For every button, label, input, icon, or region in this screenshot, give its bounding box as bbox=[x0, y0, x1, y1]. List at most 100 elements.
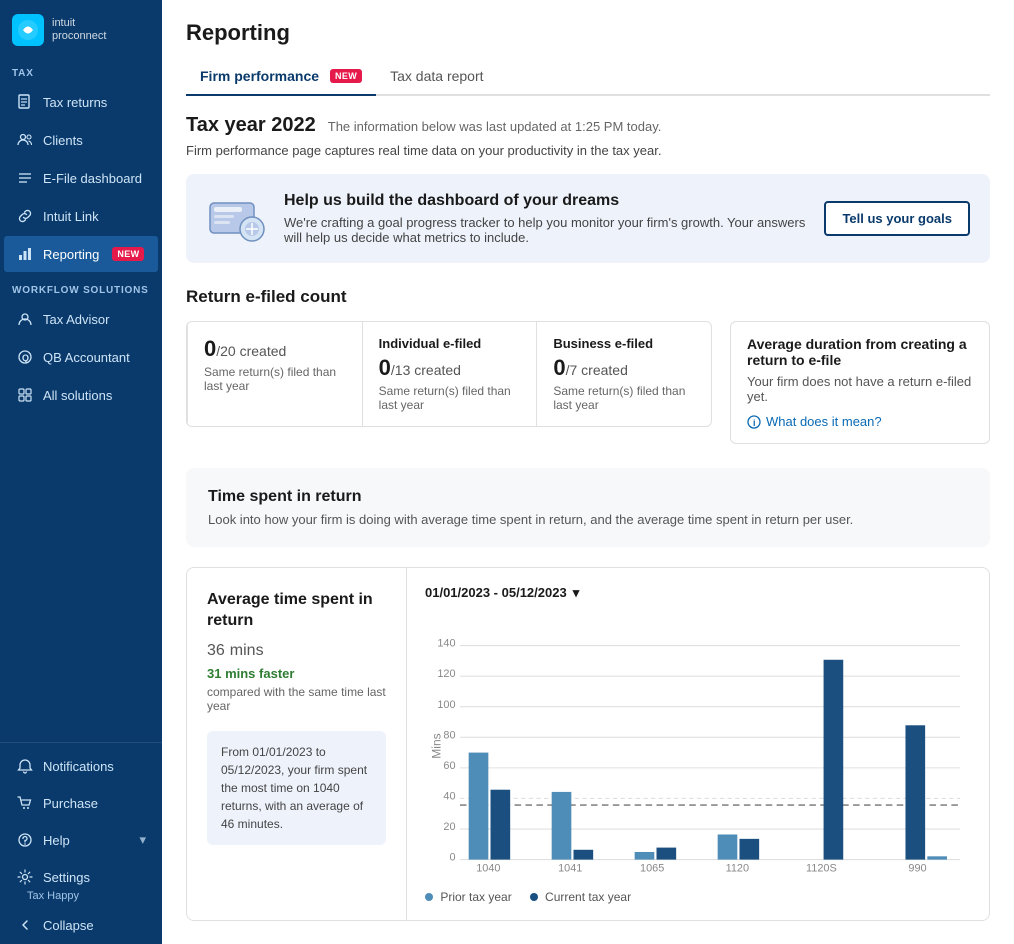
tab-new-badge: NEW bbox=[330, 69, 362, 83]
svg-text:60: 60 bbox=[443, 759, 455, 771]
efile-cards-inner: 0/20 created Same return(s) filed than l… bbox=[187, 322, 711, 426]
bar-1120-prior bbox=[718, 834, 738, 859]
svg-text:100: 100 bbox=[437, 698, 455, 710]
sidebar-item-label: QB Accountant bbox=[43, 350, 130, 365]
efile-outer: 0/20 created Same return(s) filed than l… bbox=[186, 321, 990, 444]
logo-icon bbox=[12, 14, 44, 46]
link-icon bbox=[16, 207, 34, 225]
chart-area: Mins 0 20 40 60 80 100 120 140 bbox=[425, 615, 971, 904]
chart-icon bbox=[16, 245, 34, 263]
sidebar-item-label: Tax returns bbox=[43, 95, 107, 110]
efile-num-total: 0/20 created bbox=[204, 336, 346, 362]
date-range-label: 01/01/2023 - 05/12/2023 bbox=[425, 585, 567, 600]
sidebar-item-label: All solutions bbox=[43, 388, 112, 403]
sidebar-item-label: Reporting bbox=[43, 247, 99, 262]
svg-text:1120S: 1120S bbox=[806, 862, 837, 874]
tabs-bar: Firm performance NEW Tax data report bbox=[186, 60, 990, 96]
svg-text:140: 140 bbox=[437, 637, 455, 649]
chevron-down-icon: ▾ bbox=[139, 832, 146, 848]
tab-firm-performance-label: Firm performance bbox=[200, 68, 319, 84]
avg-time-label: Average time spent in return bbox=[207, 590, 386, 632]
sidebar-item-purchase[interactable]: Purchase bbox=[4, 785, 158, 821]
sidebar-item-notifications[interactable]: Notifications bbox=[4, 748, 158, 784]
sidebar-item-efile-dashboard[interactable]: E-File dashboard bbox=[4, 160, 158, 196]
legend-prior-dot bbox=[425, 893, 433, 901]
sidebar-item-tax-advisor[interactable]: Tax Advisor bbox=[4, 301, 158, 337]
sidebar-item-all-solutions[interactable]: All solutions bbox=[4, 377, 158, 413]
sidebar-item-tax-returns[interactable]: Tax returns bbox=[4, 84, 158, 120]
people-icon bbox=[16, 131, 34, 149]
sidebar-item-label: Purchase bbox=[43, 796, 98, 811]
svg-text:i: i bbox=[753, 418, 756, 428]
sidebar-item-qb-accountant[interactable]: Q QB Accountant bbox=[4, 339, 158, 375]
banner-title: Help us build the dashboard of your drea… bbox=[284, 192, 806, 210]
bar-1041-current bbox=[574, 849, 594, 859]
year-subtitle: The information below was last updated a… bbox=[328, 119, 662, 134]
chart-legend: Prior tax year Current tax year bbox=[425, 890, 971, 904]
sidebar-item-intuit-link[interactable]: Intuit Link bbox=[4, 198, 158, 234]
sidebar-item-clients[interactable]: Clients bbox=[4, 122, 158, 158]
advisor-icon bbox=[16, 310, 34, 328]
sidebar-item-label: Notifications bbox=[43, 759, 114, 774]
svg-text:1041: 1041 bbox=[558, 862, 582, 874]
avg-dur-desc: Your firm does not have a return e-filed… bbox=[747, 374, 973, 404]
avg-time-info: From 01/01/2023 to 05/12/2023, your firm… bbox=[207, 731, 386, 845]
sidebar-item-label: Intuit Link bbox=[43, 209, 99, 224]
bar-1120s-current bbox=[824, 659, 844, 859]
banner: Help us build the dashboard of your drea… bbox=[186, 174, 990, 263]
logo-intuit: intuit bbox=[52, 17, 106, 30]
efile-section-title: Return e-filed count bbox=[186, 287, 990, 307]
tax-section-label: TAX bbox=[0, 56, 162, 83]
svg-text:120: 120 bbox=[437, 668, 455, 680]
sidebar-item-label: E-File dashboard bbox=[43, 171, 142, 186]
svg-text:Mins: Mins bbox=[429, 733, 443, 758]
bar-1120-current bbox=[739, 838, 759, 859]
svg-text:1040: 1040 bbox=[476, 862, 500, 874]
bar-990-current bbox=[905, 725, 925, 859]
cart-icon bbox=[16, 794, 34, 812]
svg-text:0: 0 bbox=[449, 851, 455, 863]
bar-1040-prior bbox=[469, 752, 489, 859]
firm-desc: Firm performance page captures real time… bbox=[186, 143, 990, 158]
avg-time-unit: mins bbox=[230, 642, 264, 660]
tell-us-goals-button[interactable]: Tell us your goals bbox=[824, 201, 970, 236]
svg-text:20: 20 bbox=[443, 821, 455, 833]
time-section-title: Time spent in return bbox=[208, 488, 968, 506]
avg-dur-link[interactable]: i What does it mean? bbox=[747, 414, 973, 429]
sidebar-item-collapse[interactable]: Collapse bbox=[4, 907, 158, 943]
chevron-down-icon: ▾ bbox=[573, 585, 580, 601]
svg-text:1120: 1120 bbox=[726, 862, 749, 874]
efile-num-individual: 0/13 created bbox=[379, 355, 521, 381]
banner-icon bbox=[206, 195, 266, 243]
qb-icon: Q bbox=[16, 348, 34, 366]
avg-dur-title: Average duration from creating a return … bbox=[747, 336, 973, 368]
bar-1065-prior bbox=[635, 851, 655, 859]
year-title: Tax year 2022 bbox=[186, 114, 316, 137]
tab-tax-data-report-label: Tax data report bbox=[390, 68, 483, 84]
avg-time-number: 36 bbox=[207, 642, 225, 660]
date-range-button[interactable]: 01/01/2023 - 05/12/2023 ▾ bbox=[425, 585, 579, 601]
bell-icon bbox=[16, 757, 34, 775]
bar-990-prior bbox=[927, 856, 947, 859]
main-content-area: Reporting Firm performance NEW Tax data … bbox=[162, 0, 1014, 944]
sidebar-item-help[interactable]: Help ▾ bbox=[4, 822, 158, 858]
svg-text:1065: 1065 bbox=[640, 862, 664, 874]
svg-text:990: 990 bbox=[908, 862, 926, 874]
year-row: Tax year 2022 The information below was … bbox=[186, 114, 990, 137]
banner-text: Help us build the dashboard of your drea… bbox=[284, 192, 806, 245]
avg-time-compared: compared with the same time last year bbox=[207, 685, 386, 713]
sidebar: intuit proconnect TAX Tax returns Client… bbox=[0, 0, 162, 944]
efile-sub-individual: Same return(s) filed than last year bbox=[379, 384, 521, 412]
svg-text:80: 80 bbox=[443, 729, 455, 741]
sidebar-item-reporting[interactable]: Reporting NEW bbox=[4, 236, 158, 272]
time-section: Time spent in return Look into how your … bbox=[186, 468, 990, 547]
tab-tax-data-report[interactable]: Tax data report bbox=[376, 60, 497, 96]
legend-current-dot bbox=[530, 893, 538, 901]
svg-text:40: 40 bbox=[443, 790, 455, 802]
efile-sub-business: Same return(s) filed than last year bbox=[553, 384, 695, 412]
sidebar-item-label: Tax Advisor bbox=[43, 312, 109, 327]
bar-1065-current bbox=[657, 847, 677, 859]
bar-1041-prior bbox=[552, 791, 572, 859]
efile-sub-total: Same return(s) filed than last year bbox=[204, 365, 346, 393]
tab-firm-performance[interactable]: Firm performance NEW bbox=[186, 60, 376, 96]
